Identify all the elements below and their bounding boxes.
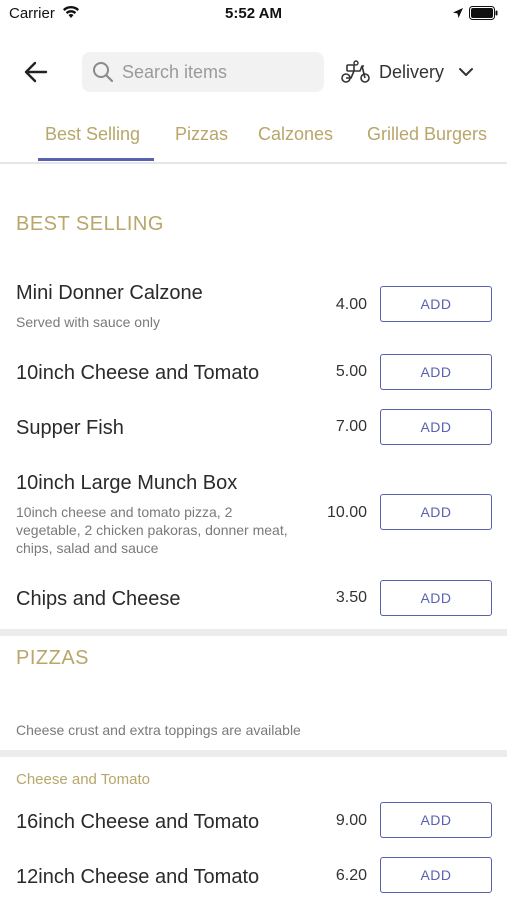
item-price: 7.00: [335, 418, 367, 435]
item-name: 12inch Cheese and Tomato: [16, 866, 260, 888]
add-button[interactable]: ADD: [380, 580, 492, 616]
item-price: 9.00: [335, 812, 367, 829]
item-name: 10inch Cheese and Tomato: [16, 362, 260, 384]
item-price: 5.00: [335, 363, 367, 380]
category-tabs: Best Selling Pizzas Calzones Grilled Bur…: [0, 112, 507, 164]
location-arrow-icon: [453, 8, 463, 18]
add-button[interactable]: ADD: [380, 494, 492, 530]
section-divider: [0, 629, 507, 636]
menu-list[interactable]: BEST SELLING Mini Donner Calzone Served …: [0, 166, 507, 900]
item-description: Served with sauce only: [16, 314, 160, 330]
scooter-icon: [341, 60, 370, 83]
add-button[interactable]: ADD: [380, 286, 492, 322]
item-price: 6.20: [335, 867, 367, 884]
section-title-best-selling: BEST SELLING: [16, 213, 164, 235]
item-description: 10inch cheese and tomato pizza, 2 vegeta…: [16, 504, 288, 556]
add-button[interactable]: ADD: [380, 409, 492, 445]
back-button[interactable]: [22, 58, 50, 86]
search-box[interactable]: [82, 52, 324, 92]
item-price: 10.00: [326, 504, 367, 521]
search-input[interactable]: [122, 61, 312, 83]
status-time: 5:52 AM: [225, 5, 282, 22]
tab-calzones[interactable]: Calzones: [258, 124, 333, 145]
item-name: Mini Donner Calzone: [16, 282, 203, 304]
item-price: 3.50: [335, 589, 367, 606]
delivery-selector[interactable]: Delivery: [341, 56, 474, 88]
tab-grilled-burgers[interactable]: Grilled Burgers: [367, 124, 487, 145]
section-title-pizzas: PIZZAS: [16, 647, 90, 669]
add-button[interactable]: ADD: [380, 857, 492, 893]
item-price: 4.00: [335, 296, 367, 313]
item-name: Chips and Cheese: [16, 588, 181, 610]
add-button[interactable]: ADD: [380, 802, 492, 838]
status-bar: Carrier 5:52 AM: [0, 0, 507, 28]
tab-pizzas[interactable]: Pizzas: [175, 124, 228, 145]
chevron-down-icon: [459, 68, 474, 76]
item-name: 16inch Cheese and Tomato: [16, 811, 260, 833]
back-arrow-icon: [24, 61, 48, 83]
add-button[interactable]: ADD: [380, 354, 492, 390]
battery-icon: [469, 6, 498, 20]
tab-best-selling[interactable]: Best Selling: [45, 124, 140, 145]
item-name: Supper Fish: [16, 417, 124, 439]
search-icon: [93, 62, 114, 83]
delivery-label: Delivery: [379, 61, 445, 82]
header: Delivery: [0, 50, 507, 94]
active-tab-indicator: [38, 158, 154, 161]
subsection-title: Cheese and Tomato: [16, 771, 150, 788]
section-divider: [0, 750, 507, 757]
item-name: 10inch Large Munch Box: [16, 472, 238, 494]
section-note: Cheese crust and extra toppings are avai…: [16, 722, 301, 738]
